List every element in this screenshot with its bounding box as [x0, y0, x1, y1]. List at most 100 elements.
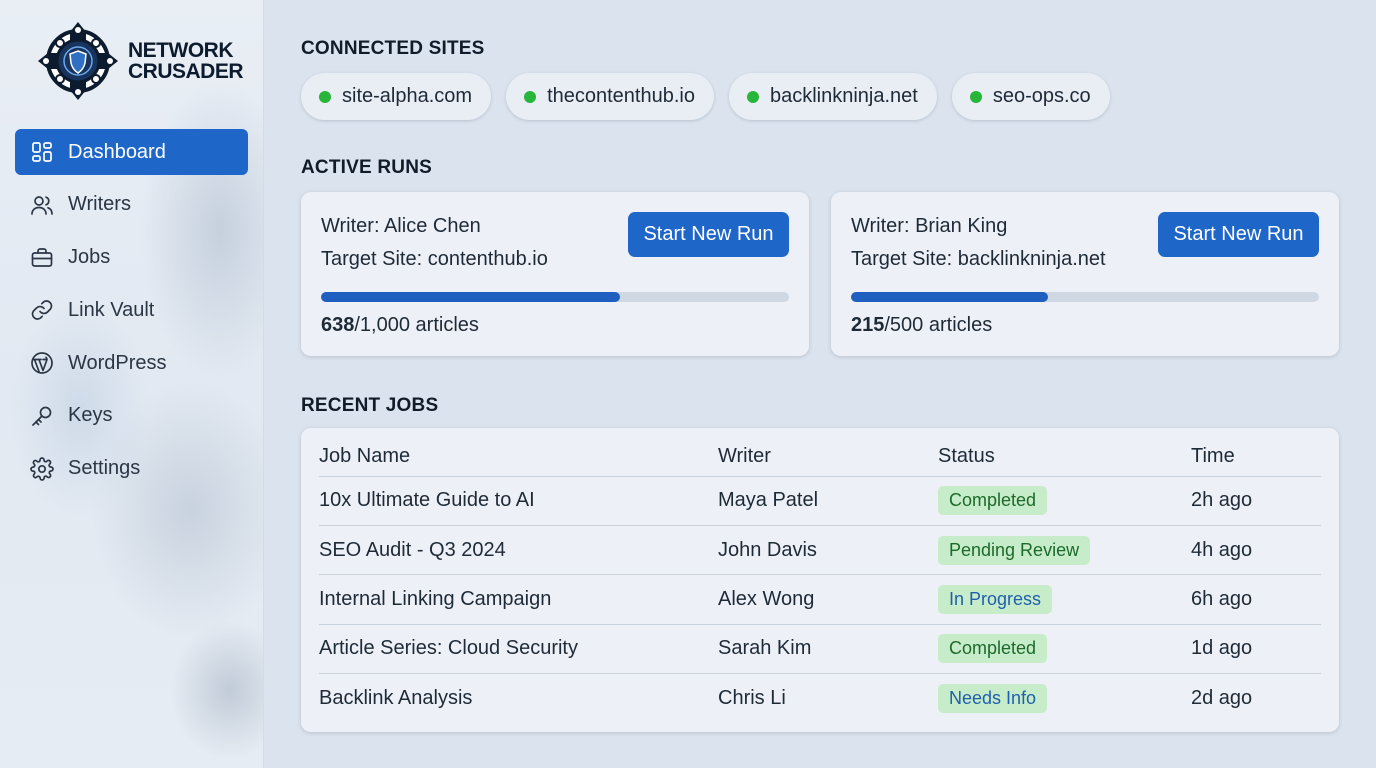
site-chip[interactable]: site-alpha.com [301, 73, 492, 120]
sidebar-item-label: Dashboard [68, 140, 166, 163]
site-name: site-alpha.com [342, 85, 473, 107]
status-badge: Pending Review [938, 535, 1091, 565]
sidebar-item-keys[interactable]: Keys [15, 393, 248, 439]
active-runs-title: ACTIVE RUNS [301, 157, 432, 178]
sidebar-item-link-vault[interactable]: Link Vault [15, 287, 248, 333]
job-status-cell: Pending Review [938, 525, 1191, 576]
run-articles-total: /500 articles [884, 314, 993, 336]
sidebar-item-settings[interactable]: Settings [15, 446, 248, 492]
sidebar-item-label: Link Vault [68, 298, 155, 321]
connected-status-dot [746, 90, 759, 103]
sidebar-item-dashboard[interactable]: Dashboard [15, 129, 248, 175]
column-header-writer[interactable]: Writer [718, 438, 938, 477]
site-chip[interactable]: seo-ops.co [951, 73, 1110, 120]
job-status-cell: Completed [938, 624, 1191, 675]
start-new-run-button[interactable]: Start New Run [628, 212, 789, 257]
sidebar-item-label: WordPress [68, 351, 167, 374]
recent-jobs-card: Job Name Writer Status Time 10x Ultimate… [301, 428, 1339, 732]
recent-jobs-table: Job Name Writer Status Time 10x Ultimate… [319, 438, 1321, 723]
table-row[interactable]: SEO Audit - Q3 2024 John Davis Pending R… [319, 525, 1321, 576]
status-badge: Completed [938, 634, 1048, 664]
run-article-count: 638/1,000 articles [321, 314, 479, 337]
table-row[interactable]: Article Series: Cloud Security Sarah Kim… [319, 624, 1321, 675]
brand-name: NETWORK CRUSADER [128, 39, 244, 83]
brand-line1: NETWORK [128, 39, 234, 62]
briefcase-icon [29, 245, 55, 271]
sidebar-item-label: Writers [68, 193, 131, 216]
job-status-cell: Completed [938, 476, 1191, 526]
site-chip[interactable]: backlinkninja.net [728, 73, 937, 120]
site-chip[interactable]: thecontenthub.io [506, 73, 714, 120]
brand-logo[interactable]: NETWORK CRUSADER [34, 18, 244, 104]
start-new-run-button[interactable]: Start New Run [1158, 212, 1319, 257]
table-header-row: Job Name Writer Status Time [319, 438, 1321, 477]
wordpress-icon [29, 350, 55, 376]
sidebar-item-label: Jobs [68, 246, 111, 269]
dashboard-icon [29, 139, 55, 165]
sidebar-item-writers[interactable]: Writers [15, 182, 248, 228]
connected-status-dot [319, 90, 331, 103]
column-header-time[interactable]: Time [1191, 438, 1321, 477]
job-writer-cell: Sarah Kim [718, 624, 938, 675]
run-articles-total: /1,000 articles [354, 314, 479, 336]
job-writer-cell: John Davis [718, 525, 938, 576]
job-time-cell: 1d ago [1191, 624, 1321, 675]
sidebar-item-label: Settings [68, 457, 141, 480]
run-writer: Writer: Brian King [851, 215, 1008, 237]
connected-sites-list: site-alpha.com thecontenthub.io backlink… [301, 73, 1110, 120]
job-time-cell: 2h ago [1191, 476, 1321, 526]
site-name: seo-ops.co [992, 85, 1091, 107]
table-row[interactable]: Backlink Analysis Chris Li Needs Info 2d… [319, 674, 1321, 723]
status-badge: In Progress [938, 584, 1053, 614]
job-time-cell: 2d ago [1191, 687, 1253, 709]
run-card: Writer: Alice Chen Target Site: contenth… [301, 192, 809, 356]
site-name: thecontenthub.io [547, 85, 695, 107]
run-card: Writer: Brian King Target Site: backlink… [831, 192, 1339, 356]
status-badge: Completed [938, 486, 1048, 516]
job-name-cell: Internal Linking Campaign [319, 574, 718, 625]
sidebar-item-label: Keys [68, 404, 113, 427]
column-header-job-name[interactable]: Job Name [319, 438, 718, 477]
run-target-site: Target Site: backlinkninja.net [851, 248, 1106, 270]
job-writer-cell: Chris Li [718, 687, 786, 709]
run-article-count: 215/500 articles [851, 314, 992, 337]
link-icon [29, 297, 55, 323]
site-name: backlinkninja.net [769, 85, 918, 107]
connected-status-dot [524, 90, 537, 103]
run-writer: Writer: Alice Chen [321, 215, 481, 237]
job-status-cell: Needs Info [938, 674, 1191, 723]
sidebar-item-wordpress[interactable]: WordPress [15, 340, 248, 386]
sidebar-item-jobs[interactable]: Jobs [15, 235, 248, 281]
job-name-cell: SEO Audit - Q3 2024 [319, 525, 718, 576]
job-name-cell: Article Series: Cloud Security [319, 624, 718, 675]
brand-line2: CRUSADER [128, 60, 244, 83]
status-badge: Needs Info [938, 684, 1048, 713]
run-progress-bar [321, 292, 789, 302]
users-icon [29, 192, 55, 218]
job-time-cell: 6h ago [1191, 574, 1321, 625]
sidebar: NETWORK CRUSADER Dashboard Writers Jobs [0, 0, 264, 768]
gear-icon [29, 456, 55, 482]
connected-status-dot [969, 90, 982, 103]
job-status-cell: In Progress [938, 574, 1191, 625]
crusader-shield-logo-icon [38, 22, 118, 100]
column-header-status[interactable]: Status [938, 438, 1191, 477]
run-progress-bar [851, 292, 1319, 302]
table-row[interactable]: 10x Ultimate Guide to AI Maya Patel Comp… [319, 476, 1321, 526]
recent-jobs-title: RECENT JOBS [301, 395, 439, 416]
run-progress-fill [851, 292, 1048, 302]
job-writer-cell: Alex Wong [718, 574, 938, 625]
run-articles-done: 215 [851, 314, 885, 336]
job-name-cell: Backlink Analysis [319, 687, 473, 709]
table-row[interactable]: Internal Linking Campaign Alex Wong In P… [319, 574, 1321, 625]
run-articles-done: 638 [321, 314, 355, 336]
run-target-site: Target Site: contenthub.io [321, 248, 548, 270]
background-blur [170, 620, 263, 760]
job-writer-cell: Maya Patel [718, 476, 938, 526]
sidebar-nav: Dashboard Writers Jobs Link Vault WordPr… [15, 129, 248, 499]
job-time-cell: 4h ago [1191, 525, 1321, 576]
key-icon [29, 403, 55, 429]
connected-sites-title: CONNECTED SITES [301, 38, 485, 59]
main-content: CONNECTED SITES site-alpha.com theconten… [301, 0, 1376, 768]
run-progress-fill [321, 292, 620, 302]
